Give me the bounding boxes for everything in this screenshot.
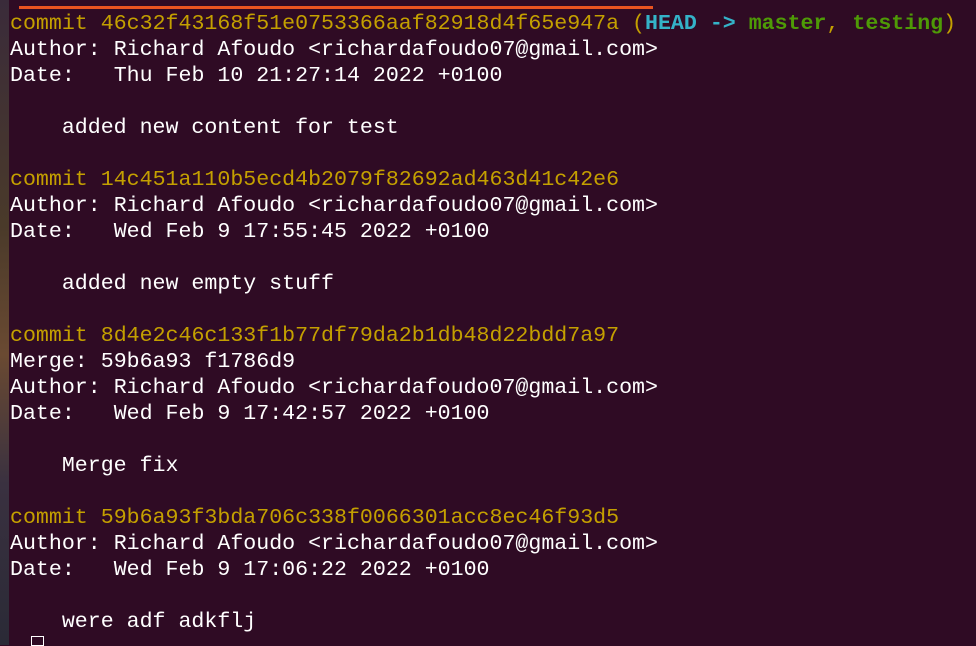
commit-hash: 8d4e2c46c133f1b77df79da2b1db48d22bdd7a97 (100, 324, 620, 348)
head-ref: HEAD (645, 12, 697, 36)
author-line: Author: Richard Afoudo <richardafoudo07@… (10, 531, 956, 557)
date-label: Date: (10, 220, 75, 244)
commit-message: added new content for test (61, 116, 399, 140)
date-value: Wed Feb 9 17:06:22 2022 +0100 (113, 558, 490, 582)
commit-label: commit (10, 12, 88, 36)
commit-line: commit 59b6a93f3bda706c338f0066301acc8ec… (10, 505, 956, 531)
date-value: Thu Feb 10 21:27:14 2022 +0100 (113, 64, 503, 88)
commit-message-line: added new content for test (10, 115, 956, 141)
author-value: Richard Afoudo <richardafoudo07@gmail.co… (113, 194, 658, 218)
commit-line: commit 46c32f43168f51e0753366aaf82918d4f… (10, 11, 956, 37)
author-value: Richard Afoudo <richardafoudo07@gmail.co… (113, 376, 658, 400)
commit-label: commit (10, 506, 88, 530)
commit-label: commit (10, 324, 88, 348)
date-line: Date: Wed Feb 9 17:06:22 2022 +0100 (10, 557, 956, 583)
date-label: Date: (10, 64, 75, 88)
date-line: Date: Thu Feb 10 21:27:14 2022 +0100 (10, 63, 956, 89)
date-line: Date: Wed Feb 9 17:42:57 2022 +0100 (10, 401, 956, 427)
date-label: Date: (10, 402, 75, 426)
commit-message-line: were adf adkflj (10, 609, 956, 635)
author-line: Author: Richard Afoudo <richardafoudo07@… (10, 37, 956, 63)
refs-separator: , (826, 12, 840, 36)
commit-line: commit 8d4e2c46c133f1b77df79da2b1db48d22… (10, 323, 956, 349)
commit-message-line: Merge fix (10, 453, 956, 479)
merge-label: Merge: (10, 350, 88, 374)
author-line: Author: Richard Afoudo <richardafoudo07@… (10, 375, 956, 401)
author-label: Author: (10, 194, 101, 218)
commit-message: Merge fix (61, 454, 179, 478)
git-log-output[interactable]: commit 46c32f43168f51e0753366aaf82918d4f… (10, 11, 956, 635)
author-label: Author: (10, 38, 101, 62)
terminal-window[interactable]: commit 46c32f43168f51e0753366aaf82918d4f… (9, 0, 976, 646)
branch-ref-master: master (748, 12, 827, 36)
head-arrow: -> (709, 12, 736, 36)
date-label: Date: (10, 558, 75, 582)
author-value: Richard Afoudo <richardafoudo07@gmail.co… (113, 38, 658, 62)
desktop-background-strip (0, 0, 9, 645)
author-label: Author: (10, 532, 101, 556)
commit-message: were adf adkflj (61, 610, 257, 634)
commit-hash: 14c451a110b5ecd4b2079f82692ad463d41c42e6 (100, 168, 620, 192)
author-label: Author: (10, 376, 101, 400)
commit-hash: 59b6a93f3bda706c338f0066301acc8ec46f93d5 (100, 506, 620, 530)
commit-hash: 46c32f43168f51e0753366aaf82918d4f65e947a (100, 12, 620, 36)
date-value: Wed Feb 9 17:42:57 2022 +0100 (113, 402, 490, 426)
date-value: Wed Feb 9 17:55:45 2022 +0100 (113, 220, 490, 244)
merge-line: Merge: 59b6a93 f1786d9 (10, 349, 956, 375)
merge-parents: 59b6a93 f1786d9 (100, 350, 296, 374)
commit-message: added new empty stuff (61, 272, 334, 296)
author-value: Richard Afoudo <richardafoudo07@gmail.co… (113, 532, 658, 556)
commit-line: commit 14c451a110b5ecd4b2079f82692ad463d… (10, 167, 956, 193)
commit-message-line: added new empty stuff (10, 271, 956, 297)
commit-label: commit (10, 168, 88, 192)
branch-ref-testing: testing (852, 12, 944, 36)
date-line: Date: Wed Feb 9 17:55:45 2022 +0100 (10, 219, 956, 245)
refs-open-paren: ( (632, 12, 646, 36)
active-tab-indicator (19, 6, 653, 9)
refs-close-paren: ) (943, 12, 957, 36)
author-line: Author: Richard Afoudo <richardafoudo07@… (10, 193, 956, 219)
